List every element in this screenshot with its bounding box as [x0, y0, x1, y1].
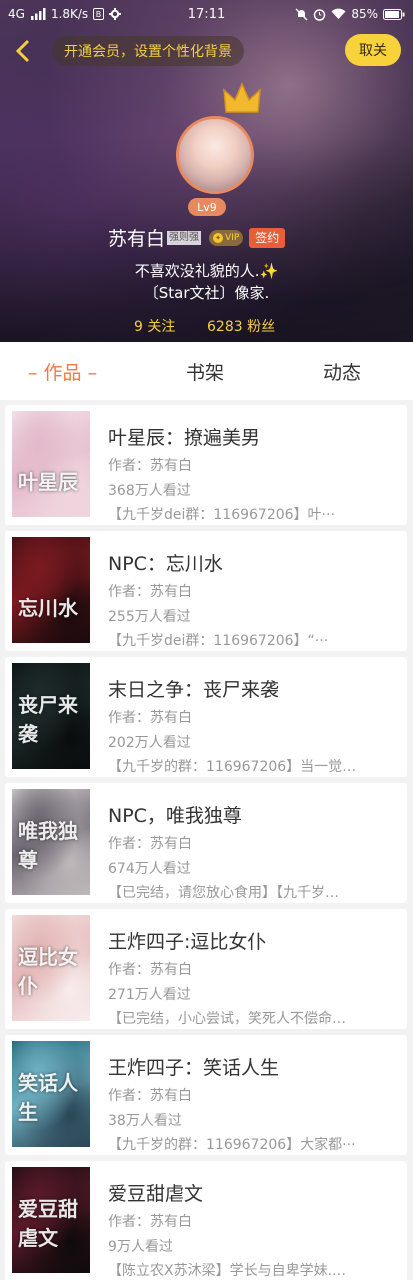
- book-card[interactable]: 叶星辰 叶星辰：撩遍美男 作者：苏有白 368万人看过 【九千岁dei群：116…: [5, 405, 407, 525]
- book-card[interactable]: 逗比女仆 王炸四子:逗比女仆 作者：苏有白 271万人看过 【已完结，小心尝试，…: [5, 909, 407, 1029]
- book-description: 【九千岁的群：116967206】大家都···: [108, 1137, 356, 1153]
- book-description: 【陈立农X苏沐梁】学长与自卑学妹.…: [108, 1263, 347, 1279]
- level-badge: Lv9: [188, 198, 226, 216]
- tab-bookshelf[interactable]: 书架: [186, 358, 224, 385]
- vip-coin-icon: ✦: [213, 232, 224, 243]
- unfollow-button[interactable]: 取关: [345, 34, 401, 66]
- fans-count[interactable]: 6283 粉丝: [207, 316, 275, 336]
- vip-background-banner[interactable]: 开通会员，设置个性化背景: [52, 36, 244, 66]
- back-button[interactable]: [8, 36, 38, 66]
- cover-title: 丧尸来袭: [18, 693, 78, 746]
- bio-line-1: 不喜欢没礼貌的人.✨: [0, 260, 413, 281]
- bio-text-1: 不喜欢没礼貌的人.: [134, 262, 260, 280]
- book-cover: 忘川水: [12, 537, 90, 643]
- book-views: 38万人看过: [108, 1113, 182, 1129]
- book-title: 末日之争：丧尸来袭: [108, 679, 280, 701]
- book-title: 叶星辰：撩遍美男: [108, 427, 261, 449]
- book-views: 271万人看过: [108, 987, 191, 1003]
- name-tag: 强则强: [167, 230, 202, 245]
- signal-icon: [30, 8, 46, 20]
- cover-title: 叶星辰: [18, 470, 78, 494]
- book-description: 【已完结，请您放心食用】【九千岁…: [108, 885, 339, 901]
- book-views: 368万人看过: [108, 483, 191, 499]
- book-title: 王炸四子:逗比女仆: [108, 931, 267, 953]
- book-cover: 爱豆甜虐文: [12, 1167, 90, 1273]
- book-card[interactable]: 丧尸来袭 末日之争：丧尸来袭 作者：苏有白 202万人看过 【九千岁的群：116…: [5, 657, 407, 777]
- book-title: NPC：忘川水: [108, 553, 223, 575]
- bio-line-2: 〔Star文社〕像家.: [143, 284, 270, 302]
- battery-percent: 85%: [351, 7, 378, 21]
- sim-icon: B: [93, 8, 105, 20]
- signed-badge: 签约: [249, 227, 286, 248]
- svg-text:B: B: [96, 10, 102, 19]
- cover-title: 笑话人生: [18, 1071, 78, 1124]
- network-type: 4G: [8, 7, 25, 21]
- book-author: 作者：苏有白: [108, 1214, 192, 1230]
- book-title: 爱豆甜虐文: [108, 1183, 204, 1205]
- book-description: 【九千岁dei群：116967206】叶···: [108, 507, 335, 523]
- avatar-container: [176, 82, 261, 194]
- gear-icon: [109, 8, 122, 20]
- book-author: 作者：苏有白: [108, 962, 192, 978]
- book-views: 202万人看过: [108, 735, 191, 751]
- book-cover: 笑话人生: [12, 1041, 90, 1147]
- vip-badge: ✦ VIP: [209, 229, 244, 246]
- book-title: 王炸四子：笑话人生: [108, 1057, 280, 1079]
- battery-icon: [383, 8, 405, 20]
- book-cover: 丧尸来袭: [12, 663, 90, 769]
- book-author: 作者：苏有白: [108, 584, 192, 600]
- book-card[interactable]: 笑话人生 王炸四子：笑话人生 作者：苏有白 38万人看过 【九千岁的群：1169…: [5, 1035, 407, 1155]
- book-cover: 逗比女仆: [12, 915, 90, 1021]
- book-cover: 叶星辰: [12, 411, 90, 517]
- cover-title: 唯我独尊: [18, 819, 78, 872]
- network-speed: 1.8K/s: [50, 7, 89, 21]
- book-description: 【九千岁的群：116967206】当一觉…: [108, 759, 357, 775]
- book-author: 作者：苏有白: [108, 458, 192, 474]
- cover-title: 逗比女仆: [18, 945, 78, 998]
- chevron-left-icon: [15, 39, 30, 63]
- profile-header: 4G 1.8K/s B 17:11 85% 开通会员，设置个性化背景 取关 Lv…: [0, 0, 413, 342]
- clock: 17:11: [187, 6, 226, 22]
- book-card[interactable]: 爱豆甜虐文 爱豆甜虐文 作者：苏有白 9万人看过 【陈立农X苏沐梁】学长与自卑学…: [5, 1161, 407, 1280]
- tab-feed[interactable]: 动态: [323, 358, 361, 385]
- mute-bell-icon: [295, 8, 308, 20]
- cover-title: 爱豆甜虐文: [18, 1197, 78, 1250]
- book-author: 作者：苏有白: [108, 710, 192, 726]
- sparkle-icon: ✨: [259, 262, 279, 280]
- book-cover: 唯我独尊: [12, 789, 90, 895]
- profile-tabs: – 作品 – 书架 动态: [0, 342, 413, 400]
- wifi-icon: [331, 8, 346, 19]
- status-bar: 4G 1.8K/s B 17:11 85%: [0, 0, 413, 28]
- book-author: 作者：苏有白: [108, 836, 192, 852]
- vip-label: VIP: [225, 232, 240, 243]
- book-card[interactable]: 忘川水 NPC：忘川水 作者：苏有白 255万人看过 【九千岁dei群：1169…: [5, 531, 407, 651]
- crown-icon: [223, 82, 261, 113]
- cover-title: 忘川水: [18, 596, 78, 620]
- book-card[interactable]: 唯我独尊 NPC，唯我独尊 作者：苏有白 674万人看过 【已完结，请您放心食用…: [5, 783, 407, 903]
- book-author: 作者：苏有白: [108, 1088, 192, 1104]
- alarm-icon: [314, 8, 326, 21]
- book-views: 674万人看过: [108, 861, 191, 877]
- book-title: NPC，唯我独尊: [108, 805, 242, 827]
- following-count[interactable]: 9 关注: [134, 316, 175, 336]
- username: 苏有白: [108, 228, 166, 250]
- avatar[interactable]: [176, 116, 254, 194]
- book-views: 255万人看过: [108, 609, 191, 625]
- tab-works[interactable]: – 作品 –: [28, 358, 97, 385]
- book-description: 【九千岁dei群：116967206】“···: [108, 633, 329, 649]
- book-description: 【已完结，小心尝试，笑死人不偿命…: [108, 1011, 346, 1027]
- book-views: 9万人看过: [108, 1239, 173, 1255]
